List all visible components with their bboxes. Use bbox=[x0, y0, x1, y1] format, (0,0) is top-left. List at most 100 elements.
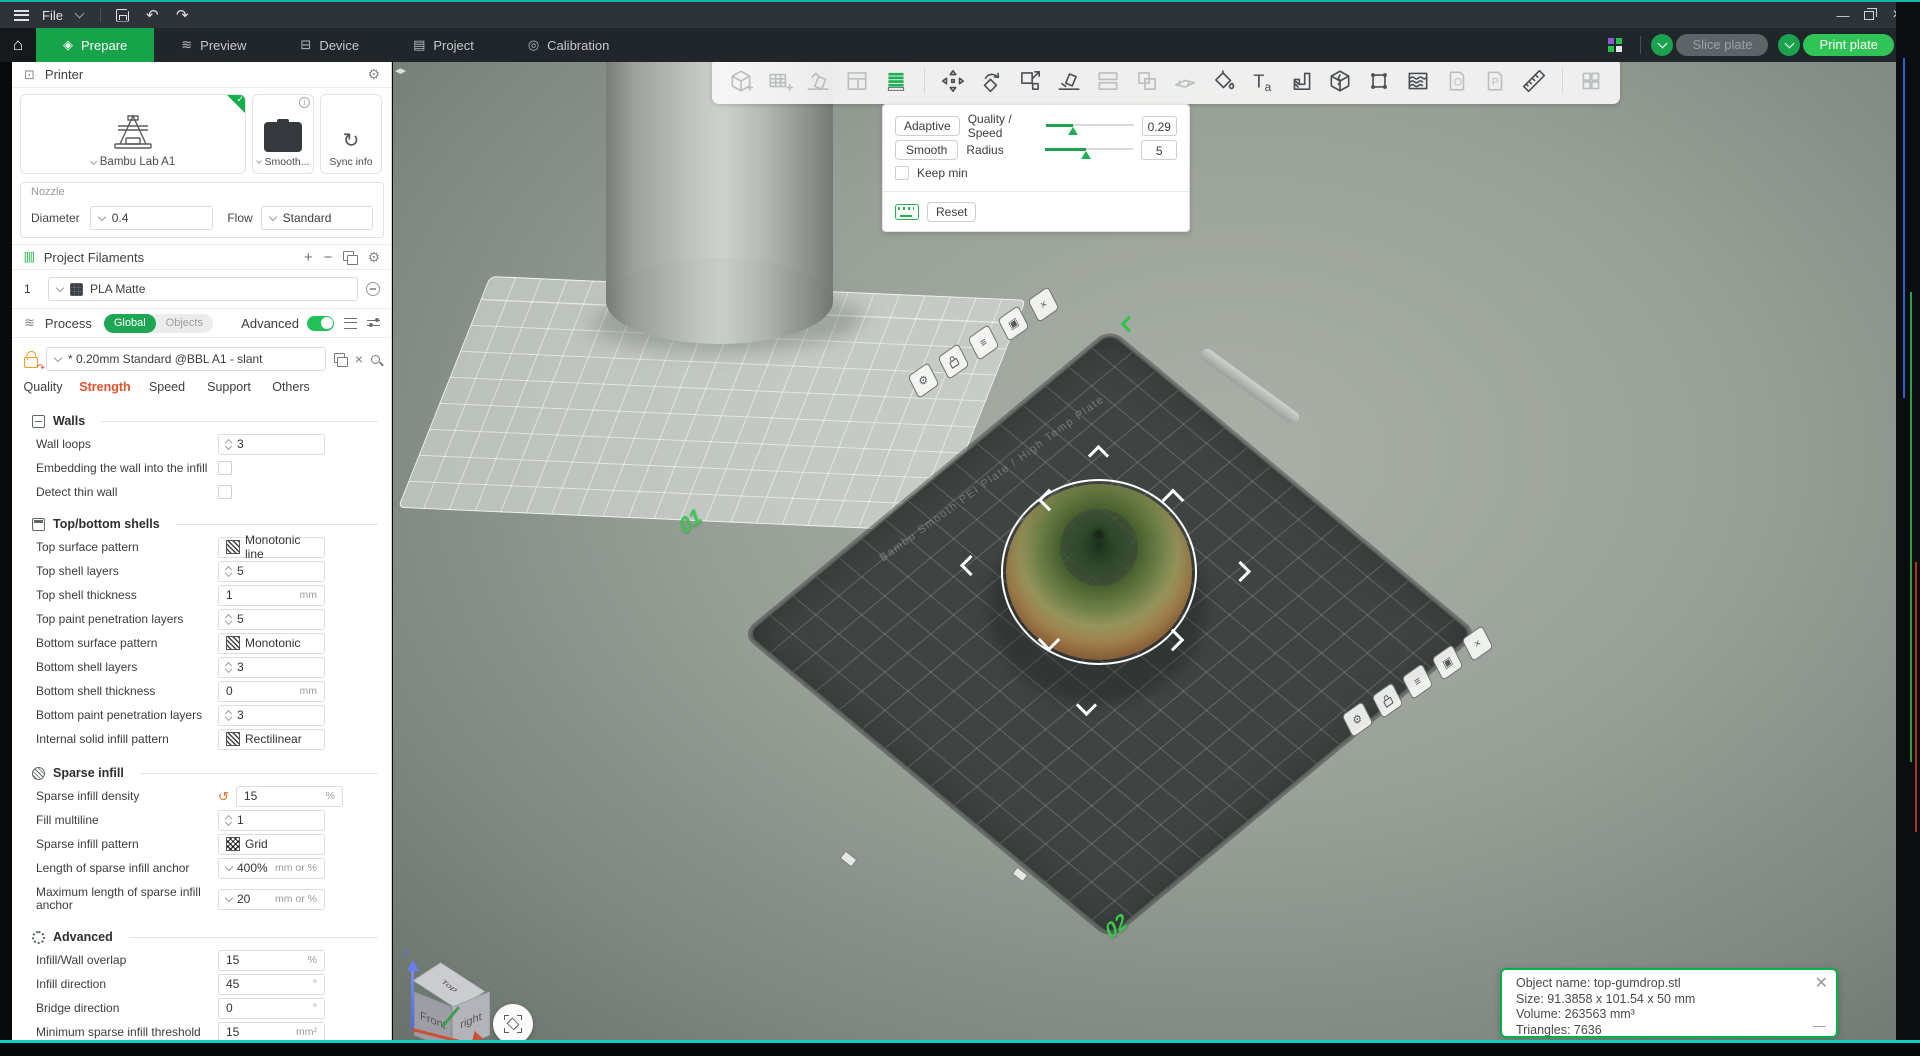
viewport-3d[interactable]: ◂▸ 01 Bambu Smooth PEI Plate / High Temp… bbox=[393, 62, 1896, 1040]
cut-icon[interactable] bbox=[1170, 66, 1200, 96]
save-button[interactable] bbox=[116, 2, 129, 28]
undo-button[interactable]: ↶ bbox=[146, 2, 159, 28]
file-menu-chevron[interactable] bbox=[76, 2, 83, 28]
process-tab-strength[interactable]: Strength bbox=[74, 376, 136, 398]
info-collapse-icon[interactable]: — bbox=[1813, 1019, 1826, 1032]
info-close-icon[interactable]: ✕ bbox=[1815, 976, 1828, 992]
plate-delete-icon[interactable]: × bbox=[1028, 286, 1060, 323]
scope-global[interactable]: Global bbox=[104, 314, 156, 333]
process-scope-toggle[interactable]: Global Objects bbox=[104, 314, 213, 333]
arrange-icon[interactable] bbox=[842, 66, 872, 96]
height-range-modifier-icon[interactable] bbox=[1403, 66, 1433, 96]
setting-field[interactable]: 0mm bbox=[218, 681, 325, 702]
slider-marker[interactable] bbox=[1068, 127, 1078, 135]
tab-device[interactable]: ⊟Device bbox=[273, 28, 386, 62]
reset-value-icon[interactable]: ↺ bbox=[218, 790, 229, 803]
process-tab-speed[interactable]: Speed bbox=[136, 376, 198, 398]
add-filament-button[interactable]: + bbox=[304, 249, 313, 266]
flow-select[interactable]: Standard bbox=[261, 206, 373, 230]
plate-layout-icon[interactable] bbox=[1608, 38, 1622, 52]
printer-name-dropdown[interactable]: Bambu Lab A1 bbox=[91, 156, 175, 168]
filament-settings-gear-icon[interactable]: ⚙ bbox=[367, 249, 380, 266]
setting-field[interactable]: 15mm² bbox=[218, 1022, 325, 1041]
quality-speed-value[interactable]: 0.29 bbox=[1142, 116, 1177, 136]
mesh-fix-icon[interactable] bbox=[1325, 66, 1355, 96]
setting-field[interactable]: 20mm or % bbox=[218, 889, 325, 910]
search-settings-icon[interactable] bbox=[371, 355, 380, 364]
plate-type-dropdown[interactable]: Smooth... bbox=[257, 156, 310, 168]
setting-field[interactable]: Rectilinear bbox=[218, 729, 325, 750]
unlocked-preset-icon[interactable] bbox=[24, 357, 38, 368]
svg-shape-icon[interactable] bbox=[1287, 66, 1317, 96]
setting-field[interactable]: 1 bbox=[218, 810, 325, 831]
main-menu-button[interactable] bbox=[14, 2, 29, 28]
plate-arrow-icon[interactable] bbox=[1123, 318, 1143, 338]
setting-field[interactable]: 3 bbox=[218, 657, 325, 678]
setting-field[interactable]: 5 bbox=[218, 561, 325, 582]
variable-layer-height-icon[interactable] bbox=[881, 66, 911, 96]
radius-value[interactable]: 5 bbox=[1141, 140, 1177, 160]
clear-preset-icon[interactable]: × bbox=[355, 351, 363, 367]
minimize-button[interactable]: — bbox=[1832, 2, 1854, 28]
slice-plate-button[interactable]: Slice plate bbox=[1651, 34, 1768, 56]
smooth-button[interactable]: Smooth bbox=[895, 140, 958, 160]
gizmo-arrow-e[interactable] bbox=[1229, 560, 1255, 586]
radius-slider[interactable] bbox=[1045, 143, 1133, 157]
setting-field[interactable]: 1mm bbox=[218, 585, 325, 606]
process-tab-quality[interactable]: Quality bbox=[12, 376, 74, 398]
setting-field[interactable]: 15% bbox=[236, 786, 343, 807]
auto-view-button[interactable] bbox=[493, 1004, 533, 1040]
setting-field[interactable]: 5 bbox=[218, 609, 325, 630]
slider-marker[interactable] bbox=[1081, 151, 1091, 159]
printer-card[interactable]: Bambu Lab A1 bbox=[20, 94, 246, 174]
tab-calibration[interactable]: ◎Calibration bbox=[501, 28, 637, 62]
print-plate-button[interactable]: Print plate bbox=[1778, 34, 1894, 56]
view-all-settings-icon[interactable] bbox=[344, 318, 357, 329]
split-to-objects-icon[interactable] bbox=[1093, 66, 1123, 96]
add-plate-icon[interactable] bbox=[765, 66, 795, 96]
place-on-face-icon[interactable] bbox=[1054, 66, 1084, 96]
auto-orient-icon[interactable] bbox=[804, 66, 834, 96]
split-to-parts-icon[interactable] bbox=[1132, 66, 1162, 96]
print-dropdown-chevron[interactable] bbox=[1778, 34, 1800, 56]
setting-field[interactable]: Grid bbox=[218, 834, 325, 855]
text-icon[interactable]: Ta bbox=[1248, 66, 1278, 96]
keep-min-checkbox[interactable] bbox=[895, 166, 909, 180]
clone-o-icon[interactable]: O bbox=[1442, 66, 1472, 96]
save-preset-icon[interactable] bbox=[334, 353, 347, 365]
setting-field[interactable]: Monotonic bbox=[218, 633, 325, 654]
reset-button[interactable]: Reset bbox=[927, 202, 976, 222]
quality-speed-slider[interactable] bbox=[1046, 119, 1134, 133]
printer-settings-gear-icon[interactable]: ⚙ bbox=[367, 66, 380, 83]
home-button[interactable]: ⌂ bbox=[0, 28, 36, 62]
gizmo-arrow-n[interactable] bbox=[1087, 444, 1113, 470]
gizmo-arrow-w[interactable] bbox=[959, 554, 985, 580]
seam-paint-icon[interactable] bbox=[1364, 66, 1394, 96]
advanced-toggle[interactable] bbox=[307, 316, 334, 331]
filament-sync-icon[interactable] bbox=[343, 251, 356, 263]
tab-prepare[interactable]: ◈Prepare bbox=[36, 28, 154, 62]
nozzle-diameter-select[interactable]: 0.4 bbox=[90, 206, 214, 230]
build-plate-card[interactable]: i Smooth... bbox=[252, 94, 314, 174]
color-paint-icon[interactable] bbox=[1209, 66, 1239, 96]
clone-p-icon[interactable]: P bbox=[1481, 66, 1511, 96]
redo-button[interactable]: ↷ bbox=[176, 2, 189, 28]
remove-filament-button[interactable]: − bbox=[324, 249, 333, 266]
slice-dropdown-chevron[interactable] bbox=[1651, 34, 1673, 56]
setting-field[interactable]: 3 bbox=[218, 705, 325, 726]
setting-field[interactable]: 400%mm or % bbox=[218, 858, 325, 879]
process-tab-others[interactable]: Others bbox=[260, 376, 322, 398]
adaptive-button[interactable]: Adaptive bbox=[895, 116, 960, 136]
gizmo-arrow-s[interactable] bbox=[1075, 694, 1101, 720]
filament-select[interactable]: PLA Matte bbox=[48, 277, 358, 301]
checkbox[interactable] bbox=[218, 461, 232, 475]
sync-info-card[interactable]: ↻ Sync info bbox=[320, 94, 382, 174]
scope-objects[interactable]: Objects bbox=[156, 314, 213, 333]
file-menu[interactable]: File bbox=[42, 2, 63, 28]
tab-project[interactable]: ▤Project bbox=[386, 28, 501, 62]
move-icon[interactable] bbox=[938, 66, 968, 96]
measure-icon[interactable] bbox=[1519, 66, 1549, 96]
checkbox[interactable] bbox=[218, 485, 232, 499]
plate-info-icon[interactable]: i bbox=[299, 97, 310, 108]
add-object-icon[interactable] bbox=[726, 66, 756, 96]
